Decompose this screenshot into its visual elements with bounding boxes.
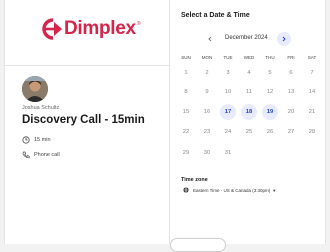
calendar-day: 23 <box>203 129 211 135</box>
calendar-day: 15 <box>182 109 190 115</box>
date-picker-heading: Select a Date & Time <box>181 12 250 19</box>
duration-text: 15 min <box>34 137 51 143</box>
calendar-day: 29 <box>182 150 190 156</box>
calendar-day: 5 <box>268 70 272 76</box>
calendar-day: 3 <box>226 70 230 76</box>
phone-icon <box>22 151 30 159</box>
calendar-day: 16 <box>203 109 211 115</box>
brand-registered-mark: ® <box>136 21 141 27</box>
calendar-day: 12 <box>266 89 274 95</box>
calendar-day: 25 <box>245 129 253 135</box>
weekday-label: TUE <box>223 55 233 60</box>
calendar-day: 21 <box>308 109 316 115</box>
previous-month-button[interactable] <box>204 33 216 45</box>
calendar-day: 26 <box>266 129 274 135</box>
host-name: Joshua Schultz <box>22 105 60 111</box>
calendar-day: 27 <box>287 129 295 135</box>
brand-logo: Dimplex ® <box>41 18 141 40</box>
booking-card: Dimplex ® Joshua Schultz Discovery Call … <box>4 0 326 244</box>
calendar-day: 1 <box>184 70 188 76</box>
calendar-day-available[interactable]: 17 <box>220 104 236 120</box>
chevron-left-icon <box>208 36 212 42</box>
next-month-button[interactable] <box>277 32 291 46</box>
current-month: December 2024 <box>225 35 268 41</box>
event-duration: 15 min <box>22 136 51 144</box>
calendar-day: 28 <box>308 129 316 135</box>
timezone-select[interactable]: Eastern Time - US & Canada (3:30pm) ▼ <box>183 187 276 193</box>
timezone-label: Time zone <box>181 177 208 183</box>
calendar-day: 24 <box>224 129 232 135</box>
date-picker-panel: Select a Date & Time December 2024 SUN MO… <box>171 0 326 244</box>
calendar-day: 14 <box>308 89 316 95</box>
event-title: Discovery Call - 15min <box>22 114 145 126</box>
chevron-right-icon <box>282 36 286 42</box>
event-details-panel: Dimplex ® Joshua Schultz Discovery Call … <box>5 0 170 244</box>
calendar-day-available[interactable]: 18 <box>241 104 257 120</box>
calendar-day: 2 <box>205 70 209 76</box>
host-avatar <box>22 76 48 102</box>
caret-down-icon: ▼ <box>272 187 277 193</box>
weekday-label: SAT <box>307 55 317 60</box>
calendar-day: 22 <box>182 129 190 135</box>
calendar-day-available[interactable]: 19 <box>262 104 278 120</box>
weekday-label: FRI <box>287 55 295 60</box>
calendar-day: 10 <box>224 89 232 95</box>
calendar-day: 13 <box>287 89 295 95</box>
globe-icon <box>183 187 189 193</box>
calendar-day: 9 <box>205 89 209 95</box>
location-text: Phone call <box>34 152 60 158</box>
calendar-day: 7 <box>310 70 314 76</box>
event-location: Phone call <box>22 151 60 159</box>
calendar-day: 31 <box>224 150 232 156</box>
clock-icon <box>22 136 30 144</box>
calendar-day: 11 <box>245 89 253 95</box>
weekday-label: WED <box>243 55 255 60</box>
calendar-day: 30 <box>203 150 211 156</box>
calendar-day: 6 <box>289 70 293 76</box>
weekday-label: THU <box>265 55 275 60</box>
month-navigation: December 2024 <box>171 31 326 47</box>
brand-header: Dimplex ® <box>5 0 170 66</box>
weekday-label: SUN <box>181 55 191 60</box>
timezone-value: Eastern Time - US & Canada (3:30pm) <box>193 187 271 193</box>
brand-name: Dimplex <box>64 18 136 39</box>
weekday-label: MON <box>201 55 213 60</box>
calendar-day: 4 <box>247 70 251 76</box>
brand-mark-icon <box>42 18 62 40</box>
cookie-settings-button[interactable] <box>170 238 226 252</box>
calendar-day: 8 <box>184 89 188 95</box>
calendar-day: 20 <box>287 109 295 115</box>
